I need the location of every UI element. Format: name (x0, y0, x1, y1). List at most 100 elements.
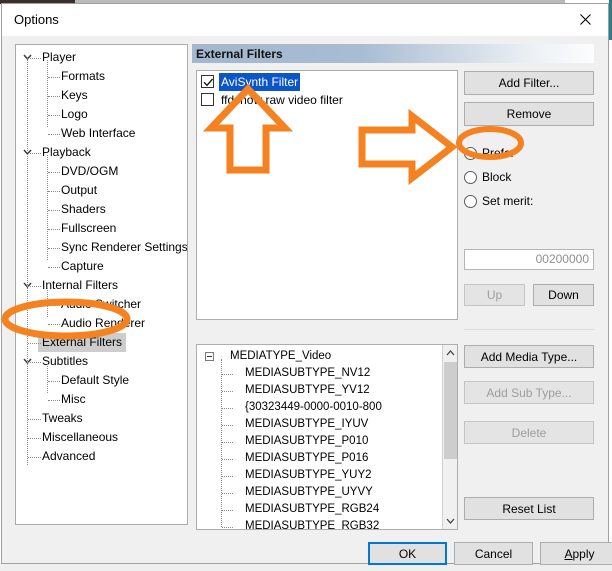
tree-line (48, 324, 60, 325)
close-icon[interactable] (562, 4, 608, 35)
media-type-item[interactable]: MEDIASUBTYPE_RGB24 (197, 501, 442, 518)
media-type-scrollbar[interactable] (442, 345, 457, 529)
sidebar-item-label: Keys (61, 88, 88, 102)
tree-line (48, 172, 60, 173)
media-type-item[interactable]: {30323449-0000-0010-800 (197, 399, 442, 416)
media-type-item[interactable]: MEDIASUBTYPE_YV12 (197, 382, 442, 399)
scrollbar-thumb[interactable] (444, 362, 457, 459)
cancel-button[interactable]: Cancel (454, 542, 533, 565)
sidebar-item-audio-switcher[interactable]: Audio Switcher (16, 295, 187, 314)
tree-line (28, 457, 41, 458)
media-type-item[interactable]: MEDIASUBTYPE_P010 (197, 433, 442, 450)
checkbox-checked-icon[interactable] (201, 75, 214, 88)
tree-line (48, 305, 60, 306)
sidebar-item-label: Internal Filters (42, 278, 119, 292)
sidebar-item-miscellaneous[interactable]: Miscellaneous (16, 428, 187, 447)
merit-value-input[interactable]: 00200000 (464, 249, 594, 270)
move-up-button[interactable]: Up (464, 284, 525, 306)
tree-line (222, 493, 233, 494)
media-type-tree[interactable]: MEDIATYPE_Video MEDIASUBTYPE_NV12 MEDIASUB… (196, 344, 458, 530)
move-down-button[interactable]: Down (533, 284, 594, 306)
checkbox-unchecked-icon[interactable] (201, 93, 214, 106)
sidebar-item-web-interface[interactable]: Web Interface (16, 124, 187, 143)
media-type-item[interactable]: MEDIASUBTYPE_IYUV (197, 416, 442, 433)
sidebar-item-label: Fullscreen (61, 221, 117, 235)
tree-line (222, 459, 233, 460)
reset-list-button[interactable]: Reset List (464, 497, 594, 520)
sidebar-item-label: Sync Renderer Settings (61, 240, 188, 254)
media-type-item[interactable]: MEDIASUBTYPE_P016 (197, 450, 442, 467)
settings-tree[interactable]: Player Formats Keys Logo Web Interface Playba… (15, 44, 188, 525)
sidebar-item-label: Shaders (61, 202, 106, 216)
media-type-item[interactable]: MEDIASUBTYPE_YUY2 (197, 467, 442, 484)
delete-media-type-button[interactable]: Delete (464, 421, 594, 444)
ok-button[interactable]: OK (368, 542, 447, 565)
panel-header-label: External Filters (196, 47, 283, 61)
add-media-type-button[interactable]: Add Media Type... (464, 345, 594, 368)
radio-circle-set-merit (464, 195, 477, 208)
media-type-item-label: MEDIASUBTYPE_RGB32 (245, 520, 380, 530)
sidebar-item-playback[interactable]: Playback (16, 143, 187, 162)
remove-button[interactable]: Remove (464, 102, 594, 126)
filter-list[interactable]: AviSynth Filter ffdshow raw video filter (196, 70, 458, 320)
sidebar-item-label: Tweaks (42, 411, 83, 425)
external-filters-panel: External Filters AviSynth Filter ffdshow … (192, 44, 596, 530)
media-type-item[interactable]: MEDIATYPE_Video (197, 348, 442, 365)
media-type-item-label: MEDIASUBTYPE_P016 (245, 452, 369, 464)
media-type-item[interactable]: MEDIASUBTYPE_RGB32 (197, 518, 442, 530)
tree-line (28, 419, 41, 420)
sidebar-item-logo[interactable]: Logo (16, 105, 187, 124)
scroll-down-icon[interactable] (443, 513, 457, 529)
window-title: Options (14, 12, 59, 27)
tree-line (222, 510, 233, 511)
add-filter-button[interactable]: Add Filter... (464, 71, 594, 95)
tree-line (48, 267, 60, 268)
filter-list-item[interactable]: AviSynth Filter (197, 73, 457, 91)
tree-line (47, 60, 48, 127)
sidebar-item-fullscreen[interactable]: Fullscreen (16, 219, 187, 238)
sidebar-item-dvd-ogm[interactable]: DVD/OGM (16, 162, 187, 181)
sidebar-item-sync-renderer-settings[interactable]: Sync Renderer Settings (16, 238, 187, 257)
sidebar-item-label: Audio Switcher (61, 297, 142, 311)
options-dialog: Options Player Formats Keys Logo Web Interfa… (1, 3, 612, 565)
sidebar-item-tweaks[interactable]: Tweaks (16, 409, 187, 428)
sidebar-item-output[interactable]: Output (16, 181, 187, 200)
sidebar-item-shaders[interactable]: Shaders (16, 200, 187, 219)
sidebar-item-label: Miscellaneous (42, 430, 119, 444)
filter-list-item[interactable]: ffdshow raw video filter (197, 91, 457, 109)
media-type-item[interactable]: MEDIASUBTYPE_UYVY (197, 484, 442, 501)
tree-line (48, 210, 60, 211)
sidebar-item-label: Logo (61, 107, 88, 121)
tree-line (48, 381, 60, 382)
sidebar-item-subtitles[interactable]: Subtitles (16, 352, 187, 371)
filter-list-item-label: ffdshow raw video filter (221, 93, 343, 107)
sidebar-item-advanced[interactable]: Advanced (16, 447, 187, 466)
apply-button-rest: pply (572, 546, 595, 561)
tree-line (222, 425, 233, 426)
sidebar-item-misc[interactable]: Misc (16, 390, 187, 409)
tree-line (48, 134, 60, 135)
sidebar-item-audio-renderer[interactable]: Audio Renderer (16, 314, 187, 333)
sidebar-item-label: Formats (61, 69, 106, 83)
sidebar-item-keys[interactable]: Keys (16, 86, 187, 105)
sidebar-item-internal-filters[interactable]: Internal Filters (16, 276, 187, 295)
collapse-box-icon[interactable] (205, 352, 214, 361)
tree-line (28, 438, 41, 439)
sidebar-item-player[interactable]: Player (16, 48, 187, 67)
apply-button-mnemonic: A (564, 546, 573, 561)
scroll-up-icon[interactable] (443, 345, 457, 361)
sidebar-item-external-filters[interactable]: External Filters (16, 333, 187, 352)
tree-line (48, 115, 60, 116)
sidebar-item-default-style[interactable]: Default Style (16, 371, 187, 390)
sidebar-item-label: Subtitles (42, 354, 89, 368)
media-type-item[interactable]: MEDIASUBTYPE_NV12 (197, 365, 442, 382)
sidebar-item-formats[interactable]: Formats (16, 67, 187, 86)
add-sub-type-button[interactable]: Add Sub Type... (464, 381, 594, 404)
tree-line (27, 57, 28, 465)
tree-line (28, 58, 41, 59)
apply-button[interactable]: Apply (540, 542, 612, 565)
tree-line (48, 229, 60, 230)
sidebar-item-capture[interactable]: Capture (16, 257, 187, 276)
tree-line (48, 400, 60, 401)
media-type-item-label: {30323449-0000-0010-800 (245, 401, 382, 413)
